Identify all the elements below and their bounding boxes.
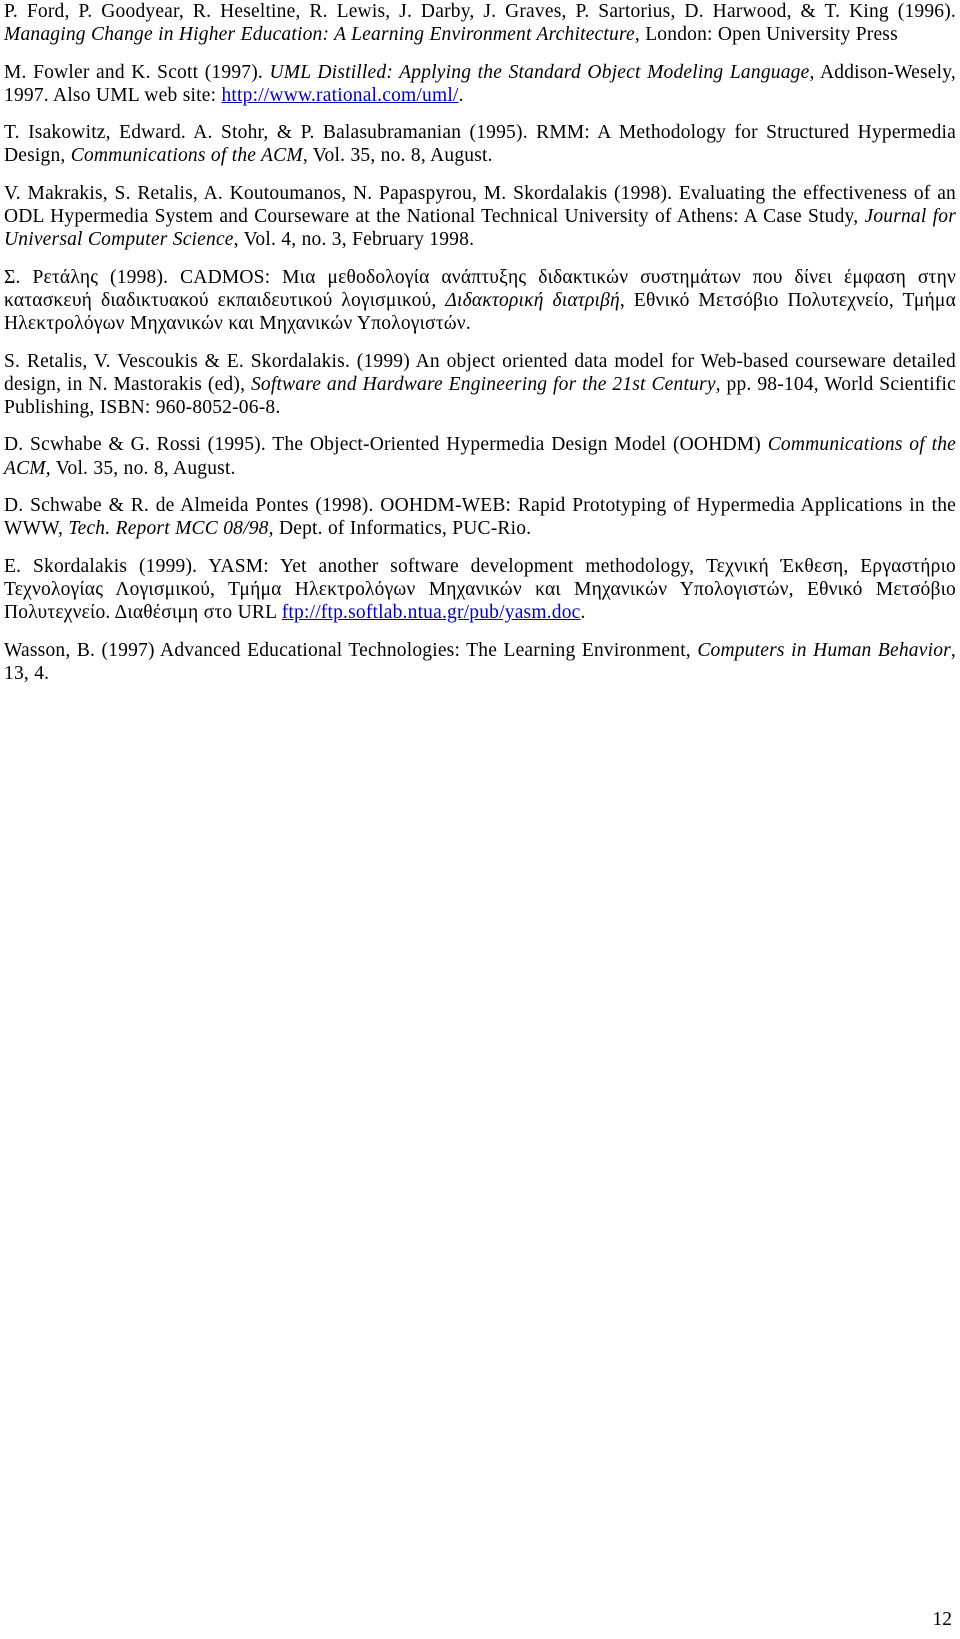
document-page: P. Ford, P. Goodyear, R. Heseltine, R. L… (4, 0, 956, 1639)
reference-entry: E. Skordalakis (1999). YASM: Yet another… (4, 555, 956, 625)
reference-text: Wasson, B. (1997) Advanced Educational T… (4, 639, 698, 661)
reference-entry: Wasson, B. (1997) Advanced Educational T… (4, 639, 956, 686)
reference-text: , Vol. 4, no. 3, February 1998. (233, 229, 475, 251)
reference-text: D. Scwhabe & G. Rossi (1995). The Object… (4, 434, 768, 456)
reference-entry: V. Makrakis, S. Retalis, A. Koutoumanos,… (4, 182, 956, 252)
publication-title: Communications of the ACM (70, 145, 303, 167)
reference-entry: S. Retalis, V. Vescoukis & E. Skordalaki… (4, 350, 956, 420)
reference-entry: D. Scwhabe & G. Rossi (1995). The Object… (4, 433, 956, 480)
reference-text: . (458, 84, 464, 106)
publication-title: Software and Hardware Engineering for th… (250, 373, 716, 395)
reference-entry: D. Schwabe & R. de Almeida Pontes (1998)… (4, 494, 956, 541)
reference-text: M. Fowler and K. Scott (1997). (4, 61, 270, 83)
publication-title: Managing Change in Higher Education: A L… (4, 24, 635, 46)
reference-text: . (580, 602, 586, 624)
reference-entry: P. Ford, P. Goodyear, R. Heseltine, R. L… (4, 0, 956, 47)
page-number: 12 (932, 1609, 953, 1630)
reference-entry: M. Fowler and K. Scott (1997). UML Disti… (4, 61, 956, 108)
reference-text: , Vol. 35, no. 8, August. (302, 145, 493, 167)
publication-title: Computers in Human Behavior (697, 639, 951, 661)
publication-title: Tech. Report MCC 08/98 (68, 518, 269, 540)
reference-text: P. Ford, P. Goodyear, R. Heseltine, R. L… (4, 1, 956, 22)
publication-title: UML Distilled: Applying the Standard Obj… (269, 61, 810, 83)
reference-text: Vol. 35, no. 8, August. (50, 457, 236, 479)
reference-text: , Dept. of Informatics, PUC-Rio. (268, 518, 532, 540)
reference-list: P. Ford, P. Goodyear, R. Heseltine, R. L… (4, 0, 956, 685)
reference-entry: Σ. Ρετάλης (1998). CADMOS: Μια μεθοδολογ… (4, 266, 956, 336)
publication-title: Διδακτορική διατριβή (445, 289, 620, 311)
reference-entry: T. Isakowitz, Edward. A. Stohr, & P. Bal… (4, 121, 956, 168)
reference-text: V. Makrakis, S. Retalis, A. Koutoumanos,… (4, 182, 956, 228)
reference-text: , London: Open University Press (634, 24, 898, 46)
external-link[interactable]: http://www.rational.com/uml/ (221, 85, 458, 106)
external-link[interactable]: ftp://ftp.softlab.ntua.gr/pub/yasm.doc (282, 602, 581, 623)
